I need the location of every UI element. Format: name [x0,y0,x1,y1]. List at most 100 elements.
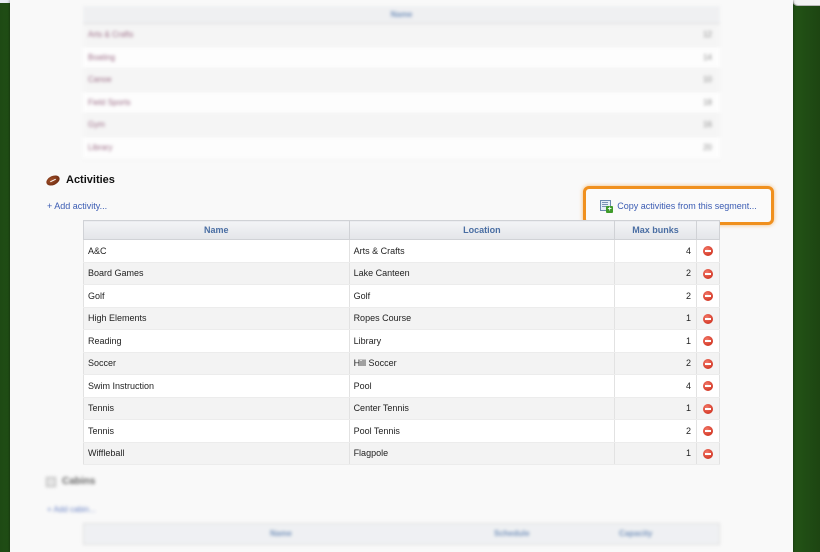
activity-actions-cell [696,397,720,420]
activity-max-bunks-cell[interactable]: 1 [614,329,697,353]
delete-icon[interactable] [703,381,713,392]
delete-icon[interactable] [703,268,713,279]
upper-table-row: Library 20 [83,137,720,160]
delete-icon[interactable] [703,246,713,257]
football-icon [44,172,62,188]
upper-row-value: 12 [703,30,712,39]
upper-row-label[interactable]: Canoe [88,69,112,91]
activity-name-cell[interactable]: Board Games [83,262,350,285]
activity-row: Board Games Lake Canteen 2 [83,262,720,285]
add-cabin-link[interactable]: + Add cabin... [47,505,96,514]
activity-row: Wiffleball Flagpole 1 [83,442,720,465]
activity-max-bunks-cell[interactable]: 1 [614,307,697,330]
lower-column-capacity: Capacity [619,529,653,538]
activity-max-bunks-cell[interactable]: 4 [614,374,697,398]
upper-row-label[interactable]: Boating [88,47,115,69]
activity-location-cell[interactable]: Pool [348,374,616,398]
activity-location-cell[interactable]: Ropes Course [348,307,616,330]
activity-location-cell[interactable]: Arts & Crafts [348,239,616,263]
activities-title: Activities [66,174,115,186]
activity-name-cell[interactable]: Tennis [83,419,350,443]
activity-max-bunks-cell[interactable]: 2 [614,419,697,443]
activity-row: High Elements Ropes Course 1 [83,307,720,330]
activity-name-cell[interactable]: Wiffleball [83,442,350,465]
activity-row: Golf Golf 2 [83,284,720,308]
activities-table: Name Location Max bunks A&C Arts & Crafts… [83,220,720,465]
activity-name-cell[interactable]: Reading [83,329,350,353]
add-activity-link[interactable]: + Add activity... [47,201,107,211]
window-corner [792,0,820,6]
activity-location-cell[interactable]: Lake Canteen [348,262,616,285]
activity-max-bunks-cell[interactable]: 2 [614,262,697,285]
activity-actions-cell [696,239,720,263]
activity-row: Tennis Center Tennis 1 [83,397,720,420]
upper-table-row: Canoe 10 [83,69,720,92]
upper-table: Name Arts & Crafts 12 Boating 14 Canoe 10 Fiel… [83,6,720,160]
activity-max-bunks-cell[interactable]: 1 [614,397,697,420]
activity-location-cell[interactable]: Library [348,329,616,353]
delete-icon[interactable] [703,358,713,369]
copy-add-icon [600,200,614,213]
activity-row: Tennis Pool Tennis 2 [83,419,720,443]
activity-name-cell[interactable]: High Elements [83,307,350,330]
activity-name-cell[interactable]: A&C [83,239,350,263]
upper-table-row: Field Sports 18 [83,92,720,115]
upper-row-label[interactable]: Gym [88,114,105,136]
cabin-icon [46,476,56,487]
lower-table-header: Name Schedule Capacity [83,523,720,545]
copy-activities-label: Copy activities from this segment... [617,200,757,211]
delete-icon[interactable] [703,336,713,347]
upper-row-label[interactable]: Library [88,137,112,159]
delete-icon[interactable] [703,291,713,302]
activity-max-bunks-cell[interactable]: 2 [614,352,697,375]
delete-icon[interactable] [703,426,713,437]
activity-row: A&C Arts & Crafts 4 [83,239,720,263]
upper-table-row: Boating 14 [83,47,720,70]
activity-actions-cell [696,374,720,398]
activities-body: A&C Arts & Crafts 4 Board Games Lake Canteen… [83,239,720,465]
upper-table-row: Gym 16 [83,114,720,137]
upper-row-value: 10 [703,75,712,85]
delete-icon[interactable] [703,313,713,324]
column-header-max-bunks[interactable]: Max bunks [614,220,697,240]
activities-heading: Activities [44,172,115,188]
activity-actions-cell [696,442,720,465]
column-header-actions [696,220,720,240]
activity-row: Swim Instruction Pool 4 [83,374,720,398]
activity-actions-cell [696,284,720,308]
upper-table-row: Arts & Crafts 12 [83,24,720,47]
upper-row-value: 14 [703,52,712,62]
activity-name-cell[interactable]: Tennis [83,397,350,420]
activity-location-cell[interactable]: Hill Soccer [348,352,616,375]
upper-table-header: Name [83,6,720,24]
column-header-name[interactable]: Name [83,220,350,240]
upper-row-value: 18 [703,97,712,107]
lower-section-heading: Cabins [46,476,95,487]
activity-location-cell[interactable]: Flagpole [348,442,616,465]
activity-location-cell[interactable]: Center Tennis [348,397,616,420]
lower-column-name: Name [270,529,292,538]
activity-actions-cell [696,329,720,353]
activity-row: Reading Library 1 [83,329,720,353]
lower-section-title: Cabins [62,476,96,487]
activity-max-bunks-cell[interactable]: 2 [614,284,697,308]
delete-icon[interactable] [703,448,713,459]
upper-row-label[interactable]: Field Sports [88,92,131,114]
column-header-location[interactable]: Location [348,220,616,240]
activity-actions-cell [696,307,720,330]
activity-name-cell[interactable]: Soccer [83,352,350,375]
delete-icon[interactable] [703,403,713,414]
upper-row-value: 20 [703,142,712,152]
activity-name-cell[interactable]: Golf [83,284,350,308]
activity-location-cell[interactable]: Golf [348,284,616,308]
upper-row-label[interactable]: Arts & Crafts [88,24,133,46]
activity-max-bunks-cell[interactable]: 4 [614,239,697,263]
activity-actions-cell [696,419,720,443]
upper-table-body: Arts & Crafts 12 Boating 14 Canoe 10 Field Spo… [83,24,720,160]
upper-row-value: 16 [703,120,712,130]
page-panel: Name Arts & Crafts 12 Boating 14 Canoe 10 Fiel… [10,0,793,552]
activity-actions-cell [696,352,720,375]
activity-max-bunks-cell[interactable]: 1 [614,442,697,465]
activity-location-cell[interactable]: Pool Tennis [348,419,616,443]
activity-name-cell[interactable]: Swim Instruction [83,374,350,398]
